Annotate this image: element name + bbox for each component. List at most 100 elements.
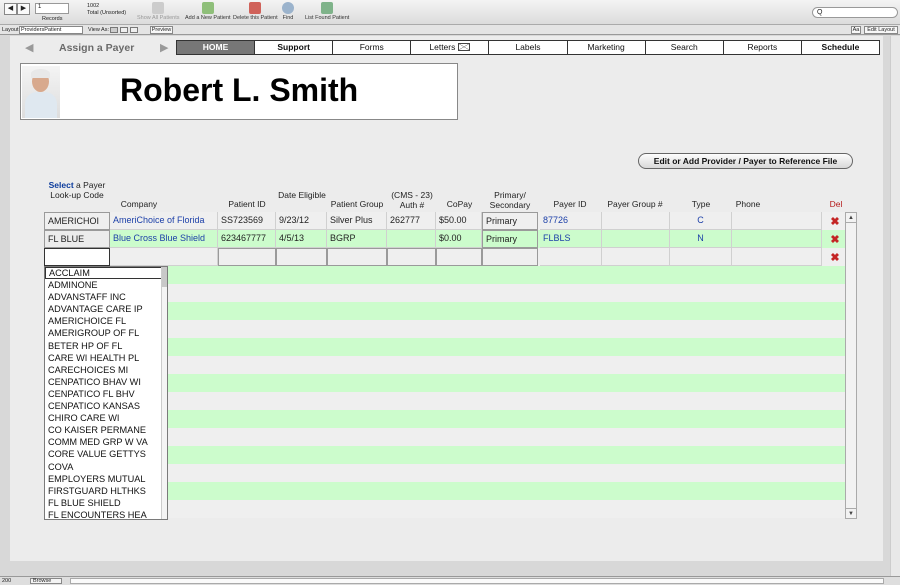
view-table-icon[interactable] <box>130 27 138 33</box>
assign-payer-title: Assign a Payer <box>59 42 135 54</box>
patient-group-field[interactable] <box>327 248 387 266</box>
dropdown-option[interactable]: ADVANTAGE CARE IP <box>45 303 167 315</box>
patient-id-field[interactable]: SS723569 <box>218 212 276 230</box>
payer-lookup-dropdown[interactable]: ACCLAIM ADMINONE ADVANSTAFF INC ADVANTAG… <box>44 266 168 520</box>
tab-home[interactable]: HOME <box>177 41 256 54</box>
dropdown-option[interactable]: AMERIGROUP OF FL <box>45 327 167 339</box>
primary-secondary-field[interactable]: Primary <box>482 230 538 248</box>
date-eligible-field[interactable]: 4/5/13 <box>276 230 327 248</box>
dropdown-option[interactable]: EMPLOYERS MUTUAL <box>45 473 167 485</box>
auth-field[interactable] <box>387 230 436 248</box>
tab-schedule[interactable]: Schedule <box>801 41 879 54</box>
lookup-code-field-active[interactable] <box>44 248 110 266</box>
lookup-code-field[interactable]: AMERICHOI <box>44 212 110 230</box>
payer-group-field[interactable] <box>602 248 670 266</box>
tab-reports[interactable]: Reports <box>723 41 802 54</box>
delete-row-icon[interactable]: ✖ <box>829 234 841 246</box>
portal-scrollbar[interactable]: ▲ ▼ <box>845 212 857 519</box>
tab-support[interactable]: Support <box>255 41 334 54</box>
patient-group-field[interactable]: BGRP <box>327 230 387 248</box>
dropdown-option[interactable]: CHIRO CARE WI <box>45 412 167 424</box>
date-eligible-field[interactable]: 9/23/12 <box>276 212 327 230</box>
zoom-level[interactable]: 200 <box>2 578 11 584</box>
record-number-field[interactable]: 1 <box>35 3 69 14</box>
phone-field[interactable] <box>732 212 822 230</box>
forward-arrow-icon[interactable]: ▶ <box>160 41 168 54</box>
tab-search[interactable]: Search <box>645 41 724 54</box>
envelope-icon <box>458 43 471 51</box>
dropdown-option[interactable]: ACCLAIM <box>45 267 167 280</box>
dropdown-option[interactable]: AMERICHOICE FL <box>45 315 167 327</box>
tab-labels[interactable]: Labels <box>489 41 568 54</box>
dropdown-option[interactable]: CO KAISER PERMANE <box>45 424 167 436</box>
delete-row-icon[interactable]: ✖ <box>829 252 841 264</box>
find-button[interactable]: Find <box>282 2 294 21</box>
back-arrow-icon[interactable]: ◀ <box>25 41 33 54</box>
phone-field[interactable] <box>732 248 822 266</box>
dropdown-option[interactable]: COMM MED GRP W VA <box>45 436 167 448</box>
edit-layout-button[interactable]: Edit Layout <box>864 26 898 34</box>
dropdown-option[interactable]: CARECHOICES MI <box>45 364 167 376</box>
copay-field[interactable]: $50.00 <box>436 212 482 230</box>
dropdown-option[interactable]: FL BLUE SHIELD <box>45 497 167 509</box>
auth-field[interactable]: 262777 <box>387 212 436 230</box>
horizontal-scrollbar[interactable] <box>70 578 884 584</box>
layout-select[interactable]: ProvidersPatient <box>19 26 83 34</box>
dropdown-option[interactable]: ADVANSTAFF INC <box>45 291 167 303</box>
payer-id-field[interactable]: 87726 <box>540 212 602 230</box>
payer-group-field[interactable] <box>602 230 670 248</box>
patient-group-field[interactable]: Silver Plus <box>327 212 387 230</box>
type-field[interactable] <box>670 248 732 266</box>
primary-secondary-field[interactable] <box>482 248 538 266</box>
list-found-button[interactable]: List Found Patient <box>305 2 349 21</box>
scroll-up-icon[interactable]: ▲ <box>846 213 856 223</box>
delete-record-button[interactable]: Delete this Patient <box>233 2 278 21</box>
dropdown-scrollbar[interactable] <box>161 267 167 519</box>
payer-id-field[interactable] <box>540 248 602 266</box>
copay-field[interactable] <box>436 248 482 266</box>
mode-select[interactable]: Browse <box>30 578 62 584</box>
dropdown-option[interactable]: FIRSTGUARD HLTHKS <box>45 485 167 497</box>
company-field[interactable]: AmeriChoice of Florida <box>110 212 218 230</box>
type-field[interactable]: C <box>670 212 732 230</box>
payer-group-field[interactable] <box>602 212 670 230</box>
payer-id-field[interactable]: FLBLS <box>540 230 602 248</box>
tab-letters[interactable]: Letters <box>411 41 490 54</box>
window-scrollbar[interactable] <box>890 36 900 576</box>
copay-field[interactable]: $0.00 <box>436 230 482 248</box>
patient-id-field[interactable] <box>218 248 276 266</box>
edit-reference-file-button[interactable]: Edit or Add Provider / Payer to Referenc… <box>638 153 853 169</box>
patient-id-field[interactable]: 623467777 <box>218 230 276 248</box>
scroll-down-icon[interactable]: ▼ <box>846 508 856 518</box>
dropdown-option[interactable]: CENPATICO BHAV WI <box>45 376 167 388</box>
date-eligible-field[interactable] <box>276 248 327 266</box>
dropdown-option[interactable]: CORE VALUE GETTYS <box>45 448 167 460</box>
company-field[interactable]: Blue Cross Blue Shield <box>110 230 218 248</box>
delete-row-icon[interactable]: ✖ <box>829 216 841 228</box>
dropdown-option[interactable]: CENPATICO FL BHV <box>45 388 167 400</box>
tab-forms[interactable]: Forms <box>333 41 412 54</box>
view-list-icon[interactable] <box>120 27 128 33</box>
dropdown-option[interactable]: CENPATICO KANSAS <box>45 400 167 412</box>
lookup-code-field[interactable]: FL BLUE <box>44 230 110 248</box>
phone-field[interactable] <box>732 230 822 248</box>
auth-field[interactable] <box>387 248 436 266</box>
show-all-button[interactable]: Show All Patients <box>137 2 180 21</box>
tab-marketing[interactable]: Marketing <box>567 41 646 54</box>
dropdown-option[interactable]: CARE WI HEALTH PL <box>45 352 167 364</box>
company-field[interactable] <box>110 248 218 266</box>
dropdown-option[interactable]: FL ENCOUNTERS HEA <box>45 509 167 519</box>
dropdown-option[interactable]: BETER HP OF FL <box>45 340 167 352</box>
next-record-icon[interactable]: ▶ <box>17 3 30 15</box>
type-field[interactable]: N <box>670 230 732 248</box>
view-form-icon[interactable] <box>110 27 118 33</box>
primary-secondary-field[interactable]: Primary <box>482 212 538 230</box>
prev-record-icon[interactable]: ◀ <box>4 3 17 15</box>
dropdown-option[interactable]: COVA <box>45 461 167 473</box>
quick-find-input[interactable]: Q <box>812 7 898 18</box>
preview-button[interactable]: Preview <box>150 26 173 34</box>
dropdown-option[interactable]: ADMINONE <box>45 279 167 291</box>
new-record-button[interactable]: Add a New Patient <box>185 2 231 21</box>
layout-label: Layout: <box>2 27 21 33</box>
text-formatting-button[interactable]: Aa <box>851 26 861 34</box>
